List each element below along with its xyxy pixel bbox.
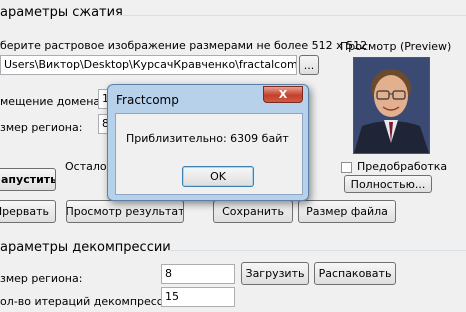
decompression-group-line (168, 250, 466, 251)
decompression-group-title: араметры декомпрессии (0, 240, 171, 255)
decomp-region-size-field[interactable]: 8 (161, 264, 235, 284)
full-view-button[interactable]: Полностью... (344, 175, 432, 193)
interrupt-button[interactable]: Прервать (0, 200, 56, 223)
dialog-ok-button[interactable]: OK (182, 166, 254, 187)
iterations-field[interactable]: 15 (161, 287, 235, 307)
iterations-label: ол-во итераций декомпрессии: (0, 295, 181, 308)
close-icon: X (278, 88, 288, 101)
view-result-button[interactable]: Просмотр результат (66, 200, 184, 223)
run-compression-button[interactable]: апустить! (0, 168, 56, 191)
browse-button[interactable]: ... (299, 55, 319, 75)
dialog-message: Приблизительно: 6309 байт (126, 132, 289, 145)
load-button[interactable]: Загрузить (241, 262, 309, 285)
dialog-close-button[interactable]: X (263, 86, 303, 103)
preprocess-checkbox[interactable] (341, 162, 352, 173)
region-size-label: змер региона: (0, 121, 83, 134)
preprocess-label: Предобработка (357, 160, 448, 173)
dialog-title: Fractcomp (116, 93, 179, 107)
unpack-button[interactable]: Распаковать (314, 262, 396, 285)
compression-group-line (112, 15, 466, 16)
decomp-region-size-label: змер региона: (0, 272, 83, 285)
message-dialog: Fractcomp X Приблизительно: 6309 байт OK (107, 84, 309, 201)
file-size-button[interactable]: Размер файла (298, 200, 396, 223)
save-button[interactable]: Сохранить (213, 200, 293, 223)
compression-group-title: араметры сжатия (0, 5, 123, 20)
preview-image (353, 57, 430, 154)
domain-offset-label: мещение домена: (0, 95, 104, 108)
select-image-label: берите растровое изображение размерами н… (0, 39, 368, 52)
image-path-field[interactable]: Users\Виктор\Desktop\КурсачКравченко\fra… (0, 55, 297, 75)
dialog-body: Приблизительно: 6309 байт OK (115, 113, 303, 195)
preview-title: Просмотр (Preview) (340, 40, 452, 53)
